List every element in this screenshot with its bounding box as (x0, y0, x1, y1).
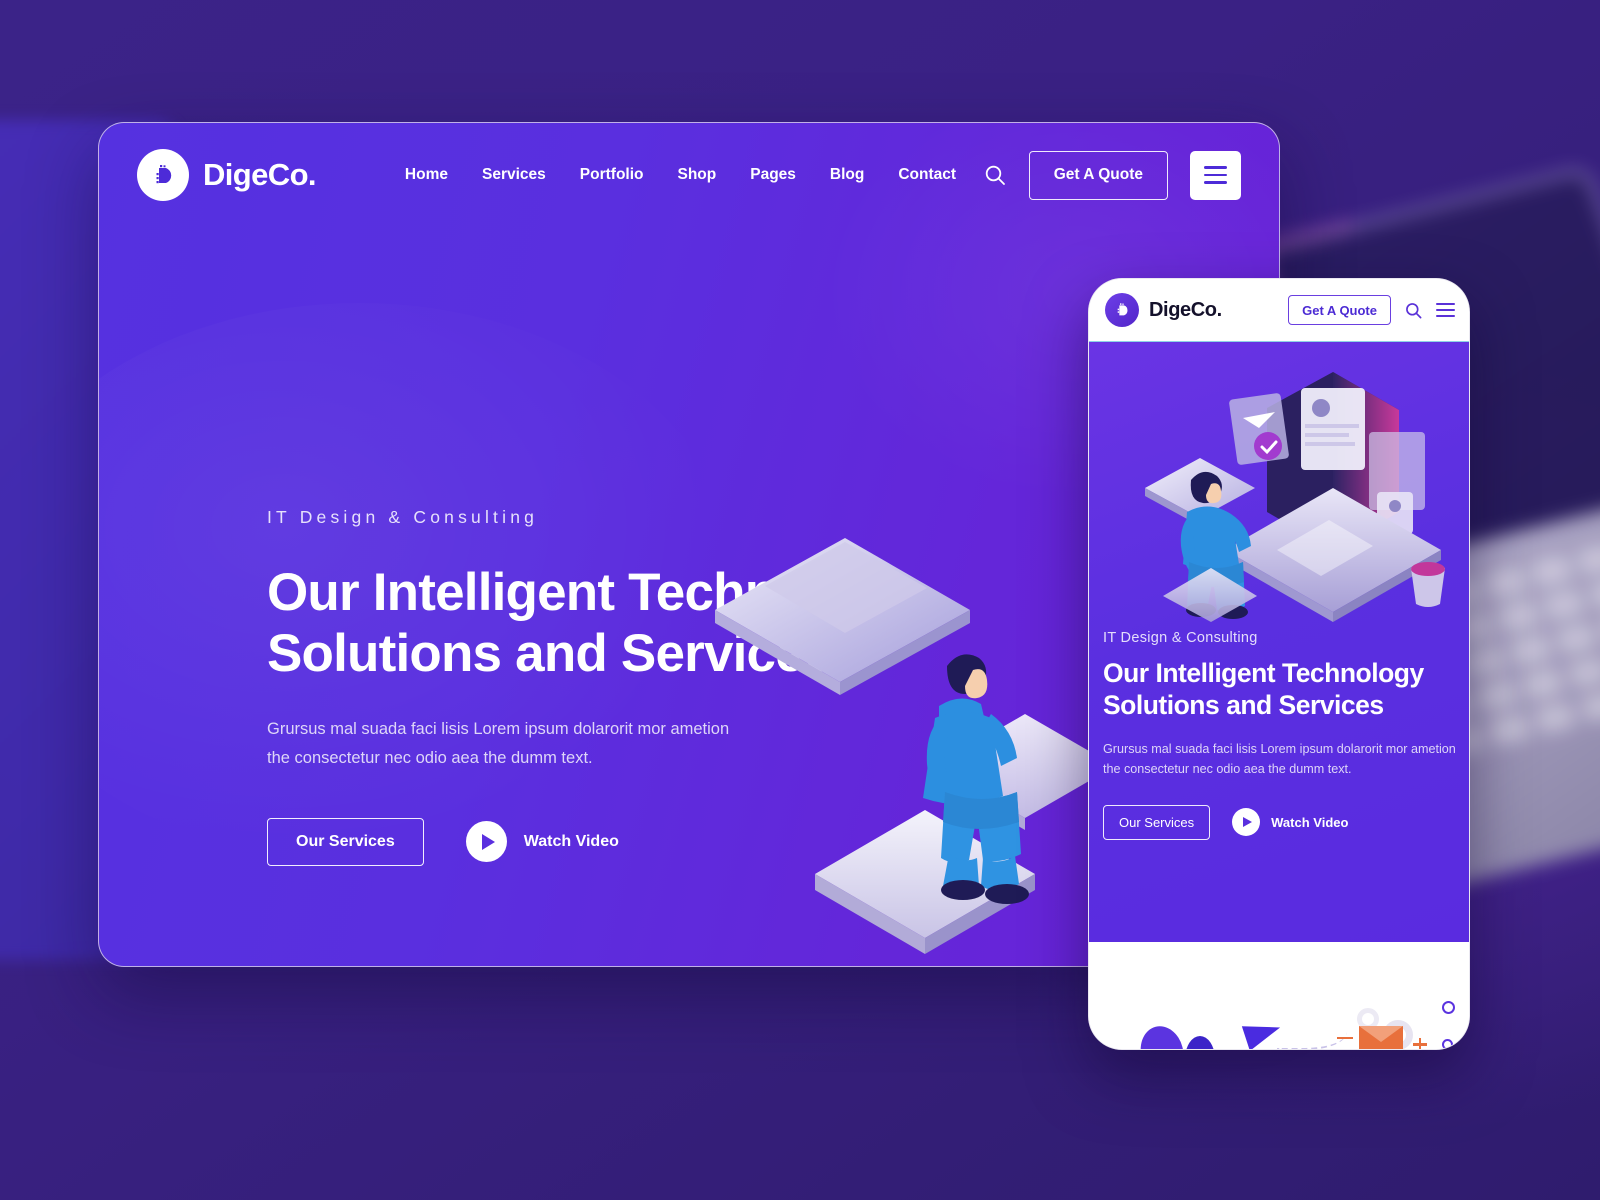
mobile-headline-line1: Our Intelligent Technology (1103, 658, 1424, 688)
mobile-hero-eyebrow: IT Design & Consulting (1103, 630, 1258, 646)
envelope-icon (1359, 1026, 1403, 1049)
search-icon[interactable] (1404, 301, 1423, 320)
nav-item-blog[interactable]: Blog (830, 166, 864, 184)
nav-item-pages[interactable]: Pages (750, 166, 796, 184)
plane-trail-decoration (1277, 1020, 1347, 1049)
plus-decoration (1413, 1038, 1427, 1049)
mobile-headline-line2: Solutions and Services (1103, 689, 1384, 720)
blue-blob-decoration-2 (1185, 1036, 1215, 1049)
nav-item-portfolio[interactable]: Portfolio (580, 166, 644, 184)
nav-item-shop[interactable]: Shop (678, 166, 717, 184)
watch-video-label: Watch Video (523, 832, 619, 850)
digeco-pixel-d-logo-icon (137, 149, 189, 201)
dash-decoration (1337, 1036, 1353, 1039)
mobile-header: DigeCo. Get A Quote (1089, 279, 1469, 342)
search-icon[interactable] (983, 163, 1007, 187)
play-icon (465, 821, 507, 863)
nav-item-home[interactable]: Home (405, 166, 448, 184)
blue-blob-decoration (1135, 1021, 1189, 1049)
mobile-our-services-button[interactable]: Our Services (1103, 804, 1211, 840)
nav-item-services[interactable]: Services (482, 166, 546, 184)
mobile-mockup: DigeCo. Get A Quote IT Design & Consulti… (1088, 278, 1470, 1050)
nav-item-contact[interactable]: Contact (898, 166, 956, 184)
brand-name: DigeCo. (203, 157, 317, 192)
get-a-quote-button[interactable]: Get A Quote (1028, 150, 1168, 200)
desktop-header-actions: Get A Quote (983, 150, 1241, 200)
mobile-hero-text: IT Design & Consulting Our Intelligent T… (1103, 630, 1457, 840)
our-services-button[interactable]: Our Services (267, 817, 424, 866)
hero-subtext-line1: Grursus mal suada faci lisis Lorem ipsum… (267, 719, 730, 738)
mobile-brand-name: DigeCo. (1149, 298, 1222, 321)
mobile-hero-headline: Our Intelligent Technology Solutions and… (1103, 658, 1457, 722)
mobile-watch-video-button[interactable]: Watch Video (1232, 808, 1349, 837)
desktop-header: DigeCo. Home Services Portfolio Shop Pag… (99, 123, 1279, 227)
brand-logo[interactable]: DigeCo. (137, 149, 317, 201)
mobile-hero: IT Design & Consulting Our Intelligent T… (1089, 342, 1469, 942)
circle-decoration-2 (1442, 1039, 1453, 1049)
desktop-nav: Home Services Portfolio Shop Pages Blog … (405, 166, 956, 184)
mobile-watch-video-label: Watch Video (1271, 814, 1349, 830)
hamburger-menu-icon[interactable] (1190, 150, 1241, 200)
digeco-pixel-d-logo-icon (1105, 293, 1139, 327)
mobile-cta-row: Our Services Watch Video (1103, 804, 1457, 840)
mobile-get-a-quote-button[interactable]: Get A Quote (1288, 295, 1391, 325)
hero-subtext: Grursus mal suada faci lisis Lorem ipsum… (267, 715, 767, 773)
mobile-subtext-line2: the consectetur nec odio aea the dumm te… (1103, 761, 1352, 776)
hero-subtext-line2: the consectetur nec odio aea the dumm te… (267, 748, 593, 767)
hamburger-menu-icon[interactable] (1436, 302, 1455, 318)
watch-video-button[interactable]: Watch Video (465, 821, 619, 863)
mobile-subtext-line1: Grursus mal suada faci lisis Lorem ipsum… (1103, 741, 1456, 756)
mobile-header-actions: Get A Quote (1288, 295, 1455, 325)
circle-decoration (1442, 1001, 1455, 1014)
mobile-hero-subtext: Grursus mal suada faci lisis Lorem ipsum… (1103, 739, 1457, 779)
play-icon (1232, 808, 1261, 837)
mobile-hero-illustration (1105, 360, 1465, 622)
mobile-decor-section (1089, 942, 1469, 1049)
